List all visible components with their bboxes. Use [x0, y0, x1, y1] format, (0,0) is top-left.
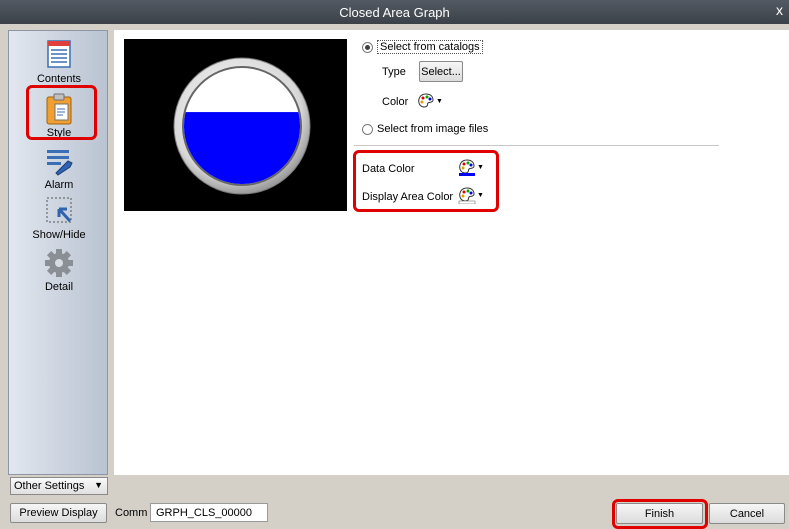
show-hide-icon: [42, 195, 76, 227]
type-label: Type: [382, 66, 406, 78]
data-color-label: Data Color: [362, 163, 415, 175]
select-from-catalogs-radio[interactable]: Select from catalogs: [362, 40, 483, 54]
dropdown-arrow-icon: ▼: [436, 97, 443, 105]
sidebar-item-label: Show/Hide: [32, 229, 86, 241]
sidebar-item-detail[interactable]: Detail: [9, 243, 109, 303]
dropdown-arrow-icon: ▼: [477, 163, 484, 171]
closed-area-graph-preview: [173, 57, 311, 195]
chevron-down-icon: ▼: [94, 480, 103, 490]
sidebar-item-show-hide[interactable]: Show/Hide: [9, 191, 109, 251]
select-button[interactable]: Select...: [419, 61, 463, 82]
sidebar-item-label: Detail: [44, 281, 74, 293]
select-from-image-files-radio[interactable]: Select from image files: [362, 123, 488, 135]
close-icon[interactable]: x: [776, 2, 783, 18]
display-area-color-button[interactable]: ▼: [458, 185, 484, 205]
other-settings-label: Other Settings: [14, 480, 85, 492]
dropdown-arrow-icon: ▼: [477, 191, 484, 199]
sidebar-item-label: Style: [46, 127, 72, 139]
palette-icon: [418, 93, 434, 108]
separator: [354, 145, 719, 146]
palette-icon: [458, 187, 476, 204]
sidebar-item-label: Alarm: [44, 179, 74, 191]
radio-unselected[interactable]: [362, 123, 373, 135]
data-color-button[interactable]: ▼: [458, 157, 484, 177]
sidebar-item-contents[interactable]: Contents: [9, 35, 109, 95]
display-area-color-label: Display Area Color: [362, 191, 454, 203]
color-label: Color: [382, 96, 409, 108]
title-bar: Closed Area Graph x: [0, 0, 789, 24]
comm-label: Comm: [115, 507, 148, 519]
select-from-image-files-label: Select from image files: [377, 123, 489, 135]
cancel-button[interactable]: Cancel: [709, 503, 785, 524]
color-palette-button[interactable]: ▼: [417, 91, 443, 111]
comm-input[interactable]: GRPH_CLS_00000: [150, 503, 268, 522]
other-settings-dropdown[interactable]: Other Settings ▼: [10, 477, 108, 495]
alarm-icon: [42, 145, 76, 177]
palette-icon: [459, 159, 475, 176]
sidebar-item-style[interactable]: Style: [9, 89, 109, 149]
style-icon: [42, 93, 76, 125]
preview-display-button[interactable]: Preview Display: [10, 503, 107, 523]
preview-pane: [124, 39, 347, 211]
sidebar: Contents Style Alarm Show/Hide Detail: [8, 30, 108, 475]
detail-icon: [42, 247, 76, 279]
window-title: Closed Area Graph: [339, 4, 450, 20]
sidebar-item-label: Contents: [36, 73, 82, 85]
contents-icon: [42, 39, 76, 71]
style-panel: Select from catalogs Type Select... Colo…: [114, 30, 789, 499]
finish-button[interactable]: Finish: [616, 503, 703, 524]
radio-selected[interactable]: [362, 41, 373, 53]
select-from-catalogs-label: Select from catalogs: [377, 40, 483, 54]
